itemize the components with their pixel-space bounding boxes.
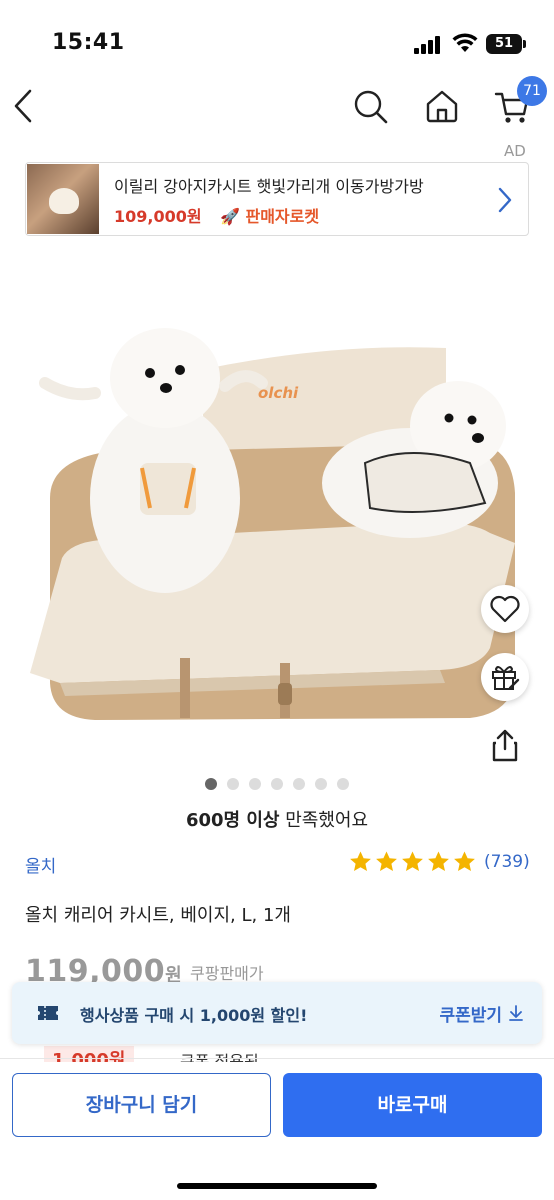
ad-thumbnail [27, 164, 99, 234]
share-button[interactable] [481, 721, 529, 769]
cart-count-badge[interactable]: 71 [517, 76, 547, 106]
chevron-right-icon[interactable] [498, 187, 512, 213]
ad-seller-rocket-badge: 🚀 판매자로켓 [220, 207, 320, 226]
coupon-applied-row: 1,000원 쿠폰 적용됨 [44, 1046, 344, 1062]
coupon-applied-price: 1,000원 [44, 1046, 134, 1062]
coupon-text: 행사상품 구매 시 1,000원 할인! [80, 1006, 308, 1025]
home-indicator[interactable] [177, 1183, 377, 1189]
ad-banner[interactable]: 이릴리 강아지카시트 햇빛가리개 이동가방가방 109,000원 🚀 판매자로켓 [25, 162, 529, 236]
status-time: 15:41 [52, 30, 125, 55]
pager-dot[interactable] [249, 778, 261, 790]
pager-dot[interactable] [205, 778, 217, 790]
ad-title: 이릴리 강아지카시트 햇빛가리개 이동가방가방 [114, 177, 424, 196]
gift-icon [492, 666, 520, 690]
coupon-banner[interactable]: 행사상품 구매 시 1,000원 할인! 쿠폰받기 [12, 982, 542, 1044]
status-bar: 15:41 51 [0, 0, 554, 80]
coupon-icon [38, 1006, 58, 1020]
top-nav [0, 78, 554, 138]
product-photo: olchi [30, 328, 515, 720]
pager-dot[interactable] [315, 778, 327, 790]
star-icon [454, 851, 475, 871]
wifi-icon [452, 33, 478, 52]
satisfaction-count: 600명 이상 [185, 810, 280, 831]
divider [0, 1058, 554, 1059]
home-icon[interactable] [424, 88, 460, 124]
ad-label: AD [504, 142, 526, 160]
add-to-cart-button[interactable]: 장바구니 담기 [12, 1073, 271, 1137]
pager-dot[interactable] [227, 778, 239, 790]
satisfaction-label: 만족했어요 [279, 810, 369, 831]
ad-price: 109,000원 [114, 207, 202, 226]
pager-dot[interactable] [293, 778, 305, 790]
coupon-download-button[interactable]: 쿠폰받기 [439, 1001, 502, 1026]
pager-dot[interactable] [337, 778, 349, 790]
gift-button[interactable] [481, 653, 529, 701]
buy-now-button[interactable]: 바로구매 [283, 1073, 542, 1137]
star-icon [350, 851, 371, 871]
wishlist-button[interactable] [481, 585, 529, 633]
pager-dot[interactable] [271, 778, 283, 790]
bottom-action-bar: 장바구니 담기 바로구매 [0, 1062, 554, 1200]
heart-icon [490, 595, 520, 623]
star-icon [402, 851, 423, 871]
star-icon [428, 851, 449, 871]
star-icon [376, 851, 397, 871]
image-pager[interactable] [0, 775, 554, 794]
signal-icon [414, 36, 442, 54]
coupon-applied-label: 쿠폰 적용됨 [180, 1052, 259, 1062]
search-icon[interactable] [352, 88, 390, 126]
battery-indicator: 51 [486, 34, 526, 54]
share-icon [492, 729, 518, 762]
brand-link[interactable]: 올치 [25, 852, 56, 877]
review-count[interactable]: (739) [484, 852, 530, 872]
product-image[interactable]: olchi [0, 258, 554, 769]
chevron-left-icon[interactable] [12, 88, 34, 124]
satisfaction-text: 600명 이상 만족했어요 [0, 806, 554, 832]
download-icon[interactable] [508, 1004, 524, 1022]
seller-price-label: 쿠팡판매가 [190, 964, 264, 983]
rating-stars[interactable]: (739) [348, 850, 530, 874]
product-title: 올치 캐리어 카시트, 베이지, L, 1개 [25, 905, 291, 926]
